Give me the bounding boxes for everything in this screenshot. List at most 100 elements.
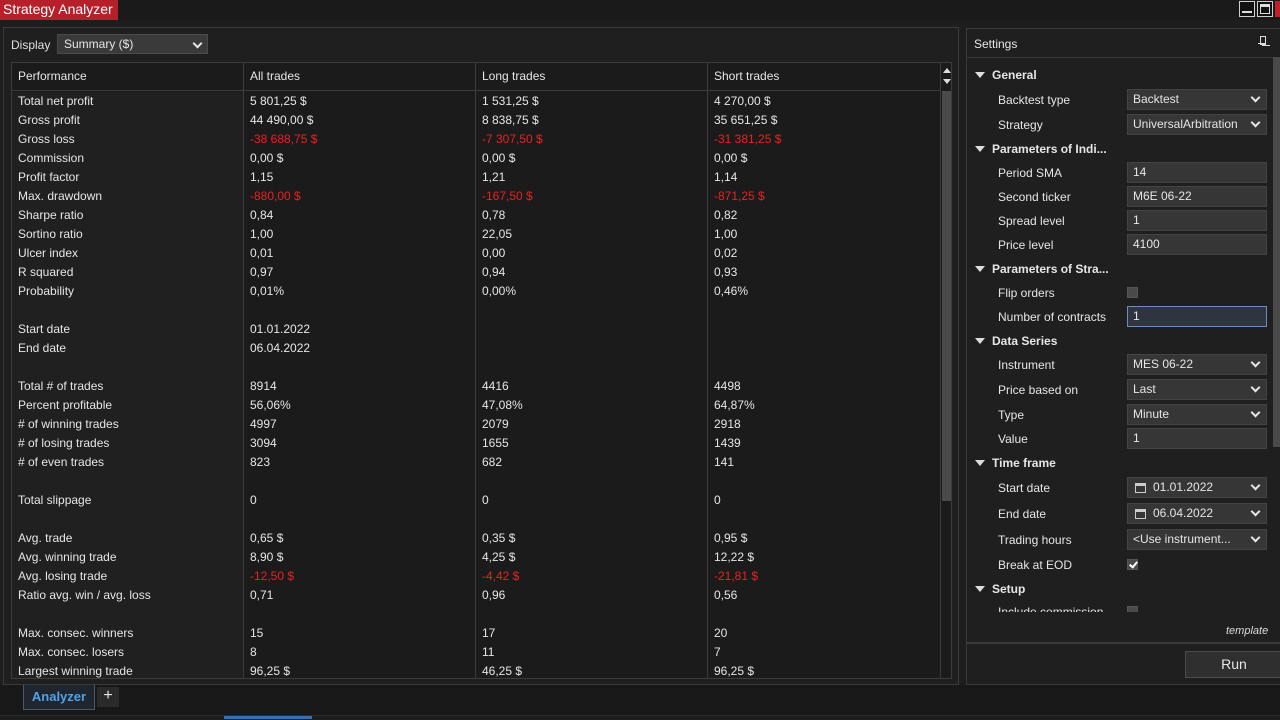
settings-panel: Settings General Backtest type Backtest … [966,28,1280,643]
strategy-select[interactable]: UniversalArbitration [1127,114,1267,135]
settings-property-grid: General Backtest type Backtest Strategy … [967,57,1273,612]
chevron-down-icon [192,38,203,49]
number-of-contracts-input[interactable]: 1 [1127,306,1267,327]
table-row[interactable]: Ulcer index 0,01 0,00 0,02 [12,244,940,263]
header-all-trades[interactable]: All trades [244,63,300,91]
table-row[interactable] [12,605,940,624]
table-row[interactable]: Sharpe ratio 0,84 0,78 0,82 [12,206,940,225]
table-row[interactable] [12,358,940,377]
table-row[interactable] [12,301,940,320]
table-row[interactable]: Start date 01.01.2022 [12,320,940,339]
table-row[interactable]: Gross profit 44 490,00 $ 8 838,75 $ 35 651,… [12,111,940,130]
table-row[interactable]: Ratio avg. win / avg. loss 0,71 0,96 0,56 [12,586,940,605]
tab-analyzer[interactable]: Analyzer [23,685,95,710]
price-level-label: Price level [998,238,1054,252]
table-row[interactable]: # of even trades 823 682 141 [12,453,940,472]
table-row[interactable]: Max. consec. losers 8 11 7 [12,643,940,662]
maximize-icon[interactable] [1257,1,1273,17]
table-row[interactable]: Avg. losing trade -12,50 $ -4,42 $ -21,81 $ [12,567,940,586]
pin-icon[interactable] [1258,36,1266,48]
trading-hours-select[interactable]: <Use instrument... [1127,529,1267,550]
table-row[interactable]: Max. drawdown -880,00 $ -167,50 $ -871,25 $ [12,187,940,206]
spread-level-input[interactable]: 1 [1127,210,1267,231]
short-trades-cell: 1439 [714,436,741,450]
section-general[interactable]: General [974,64,1037,86]
section-data-series[interactable]: Data Series [974,330,1057,352]
table-row[interactable]: Avg. winning trade 8,90 $ 4,25 $ 12,22 $ [12,548,940,567]
all-trades-cell: 823 [250,455,271,469]
row-label: Probability [18,284,75,298]
type-select[interactable]: Minute [1127,404,1267,425]
table-row[interactable]: Max. consec. winners 15 17 20 [12,624,940,643]
price-based-on-value: Last [1133,382,1156,396]
type-value: Minute [1133,407,1170,421]
table-row[interactable]: Total net profit 5 801,25 $ 1 531,25 $ 4 27… [12,92,940,111]
all-trades-cell: 96,25 $ [250,664,291,678]
row-label: Total net profit [18,94,94,108]
chevron-down-icon [1250,407,1261,418]
price-based-on-label: Price based on [998,383,1079,397]
period-sma-input[interactable]: 14 [1127,162,1267,183]
table-row[interactable]: Avg. trade 0,65 $ 0,35 $ 0,95 $ [12,529,940,548]
chevron-down-icon [1250,382,1261,393]
backtest-type-select[interactable]: Backtest [1127,89,1267,110]
short-trades-cell: 96,25 $ [714,664,755,678]
table-row[interactable]: Percent profitable 56,06% 47,08% 64,87% [12,396,940,415]
settings-title: Settings [974,37,1018,51]
header-long-trades[interactable]: Long trades [476,63,545,91]
section-strategy-params[interactable]: Parameters of Stra... [974,258,1109,280]
section-indicator-params[interactable]: Parameters of Indi... [974,138,1107,160]
close-icon[interactable] [1275,1,1280,17]
table-row[interactable]: Probability 0,01% 0,00% 0,46% [12,282,940,301]
table-row[interactable]: R squared 0,97 0,94 0,93 [12,263,940,282]
table-row[interactable]: Total # of trades 8914 4416 4498 [12,377,940,396]
table-row[interactable] [12,510,940,529]
table-row[interactable]: # of winning trades 4997 2079 2918 [12,415,940,434]
row-label: Ulcer index [18,246,79,260]
add-tab-button[interactable]: + [97,687,119,707]
header-short-trades[interactable]: Short trades [708,63,779,91]
long-trades-cell: -7 307,50 $ [482,132,543,146]
break-at-eod-checkbox[interactable] [1127,559,1138,570]
row-label: R squared [18,265,74,279]
minimize-icon[interactable] [1239,1,1255,17]
short-trades-cell: 141 [714,455,735,469]
section-setup[interactable]: Setup [974,578,1025,600]
table-row[interactable]: End date 06.04.2022 [12,339,940,358]
table-row[interactable]: Total slippage 0 0 0 [12,491,940,510]
start-date-picker[interactable]: 01.01.2022 [1127,477,1267,498]
table-row[interactable]: Sortino ratio 1,00 22,05 1,00 [12,225,940,244]
template-link[interactable]: template [1226,625,1268,637]
value-input[interactable]: 1 [1127,428,1267,449]
table-row[interactable] [12,472,940,491]
grid-scrollbar[interactable] [940,63,951,678]
include-commission-checkbox[interactable] [1127,606,1138,612]
section-time-frame[interactable]: Time frame [974,452,1056,474]
table-row[interactable]: # of losing trades 3094 1655 1439 [12,434,940,453]
run-button[interactable]: Run [1185,651,1280,678]
display-select[interactable]: Summary ($) [57,34,208,54]
table-row[interactable]: Profit factor 1,15 1,21 1,14 [12,168,940,187]
price-level-input[interactable]: 4100 [1127,234,1267,255]
chevron-down-icon [1250,357,1261,368]
row-label: Total # of trades [18,379,104,393]
long-trades-cell: 8 838,75 $ [482,113,539,127]
end-date-picker[interactable]: 06.04.2022 [1127,503,1267,524]
row-label: Max. consec. losers [18,645,125,659]
all-trades-cell: 15 [250,626,264,640]
table-row[interactable]: Gross loss -38 688,75 $ -7 307,50 $ -31 381… [12,130,940,149]
scroll-up-icon[interactable] [943,68,951,73]
price-based-on-select[interactable]: Last [1127,379,1267,400]
table-row[interactable]: Largest winning trade 96,25 $ 46,25 $ 96,25… [12,662,940,678]
long-trades-cell: 0,35 $ [482,531,516,545]
short-trades-cell: 0,95 $ [714,531,748,545]
all-trades-cell: 8914 [250,379,277,393]
table-row[interactable]: Commission 0,00 $ 0,00 $ 0,00 $ [12,149,940,168]
settings-scrollbar[interactable] [1273,57,1280,447]
header-performance[interactable]: Performance [12,63,87,91]
second-ticker-input[interactable]: M6E 06-22 [1127,186,1267,207]
scroll-down-icon[interactable] [943,79,951,84]
instrument-select[interactable]: MES 06-22 [1127,354,1267,375]
flip-orders-checkbox[interactable] [1127,287,1138,298]
scrollbar-thumb[interactable] [942,91,951,501]
